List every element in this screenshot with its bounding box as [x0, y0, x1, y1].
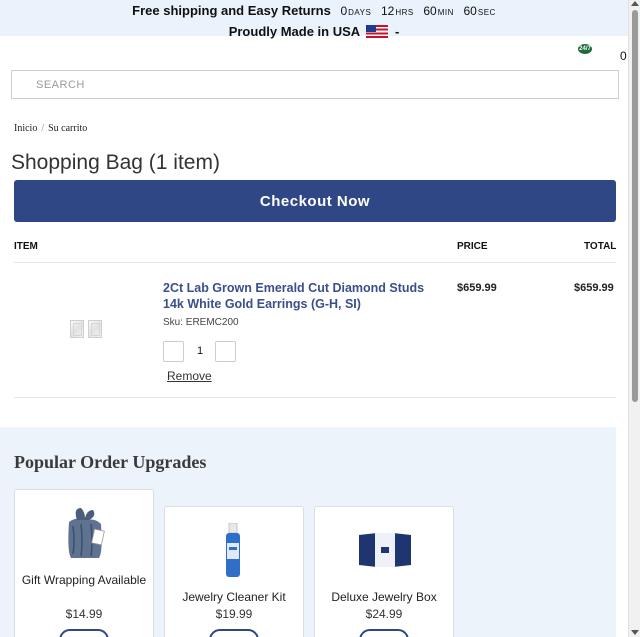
decrease-quantity-button[interactable] — [163, 341, 184, 362]
upgrade-card-cleaner-kit: Jewelry Cleaner Kit $19.99 — [164, 506, 304, 637]
jewelry-box-icon — [359, 533, 411, 567]
upgrade-price: $24.99 — [365, 607, 403, 621]
add-gift-wrap-button[interactable] — [59, 629, 109, 637]
gift-bag-icon — [68, 508, 105, 558]
countdown-hours-value: 12 — [380, 4, 395, 18]
breadcrumb-separator: / — [41, 123, 45, 134]
product-sku: Sku: EREMC200 — [163, 317, 239, 328]
remove-item-link[interactable]: Remove — [167, 369, 212, 383]
upgrade-price: $19.99 — [215, 607, 253, 621]
upgrades-title: Popular Order Upgrades — [14, 452, 207, 472]
made-in-text: Proudly Made in USA — [228, 24, 360, 39]
earrings-image[interactable] — [68, 318, 104, 342]
checkout-now-button[interactable]: Checkout Now — [14, 180, 616, 222]
upgrade-card-jewelry-box: Deluxe Jewelry Box $24.99 — [314, 506, 454, 637]
cleaner-bottle-icon — [226, 523, 240, 577]
increase-quantity-button[interactable] — [215, 341, 236, 362]
promo-line: Free shipping and Easy Returns 0DAYS 12H… — [0, 3, 628, 18]
countdown-hours-unit: HRS — [395, 8, 414, 17]
breadcrumb-home-link[interactable]: Inicio — [14, 123, 37, 134]
countdown-minutes-unit: MIN — [437, 8, 454, 17]
header-divider — [14, 262, 616, 263]
upgrade-name: Jewelry Cleaner Kit — [182, 590, 286, 604]
upgrade-price: $14.99 — [65, 607, 103, 621]
quantity-value[interactable]: 1 — [186, 345, 214, 357]
search-box — [11, 70, 619, 99]
shipping-text: Free shipping and Easy Returns — [132, 3, 331, 18]
scroll-down-icon[interactable] — [631, 630, 639, 635]
page-scrollbar[interactable] — [628, 0, 640, 637]
upgrade-name: Deluxe Jewelry Box — [331, 590, 437, 604]
countdown-minutes-value: 60 — [423, 4, 437, 18]
us-flag-icon — [366, 25, 389, 38]
product-name-link[interactable]: 2Ct Lab Grown Emerald Cut Diamond Studs … — [163, 280, 448, 312]
column-header-total: TOTAL — [584, 241, 617, 252]
upgrade-card-gift-wrap: Gift Wrapping Available $14.99 — [14, 489, 154, 637]
earring-stud-left — [70, 320, 84, 338]
upgrade-name: Gift Wrapping Available — [21, 573, 147, 587]
cart-count[interactable]: 0 — [620, 49, 627, 63]
support-badge-icon[interactable]: 24/7 — [578, 44, 592, 54]
scroll-thumb[interactable] — [632, 10, 638, 402]
countdown-days-value: 0 — [340, 4, 348, 18]
page-title: Shopping Bag (1 item) — [11, 151, 220, 174]
scroll-up-icon[interactable] — [631, 1, 639, 6]
made-in-suffix: - — [394, 24, 400, 39]
made-in-line: Proudly Made in USA - — [0, 24, 628, 39]
row-divider — [14, 397, 616, 398]
add-cleaner-kit-button[interactable] — [209, 629, 259, 637]
column-header-price: PRICE — [457, 241, 488, 252]
add-jewelry-box-button[interactable] — [359, 629, 409, 637]
breadcrumb: Inicio / Su carrito — [14, 123, 87, 134]
countdown-days-unit: DAYS — [348, 8, 372, 17]
countdown-seconds-unit: SEC — [477, 8, 496, 17]
column-header-item: ITEM — [14, 241, 38, 252]
item-total: $659.99 — [574, 282, 614, 294]
countdown-seconds-value: 60 — [463, 4, 477, 18]
breadcrumb-current: Su carrito — [48, 123, 88, 134]
earring-stud-right — [88, 320, 102, 338]
item-price: $659.99 — [457, 282, 497, 294]
search-input[interactable] — [12, 71, 618, 98]
